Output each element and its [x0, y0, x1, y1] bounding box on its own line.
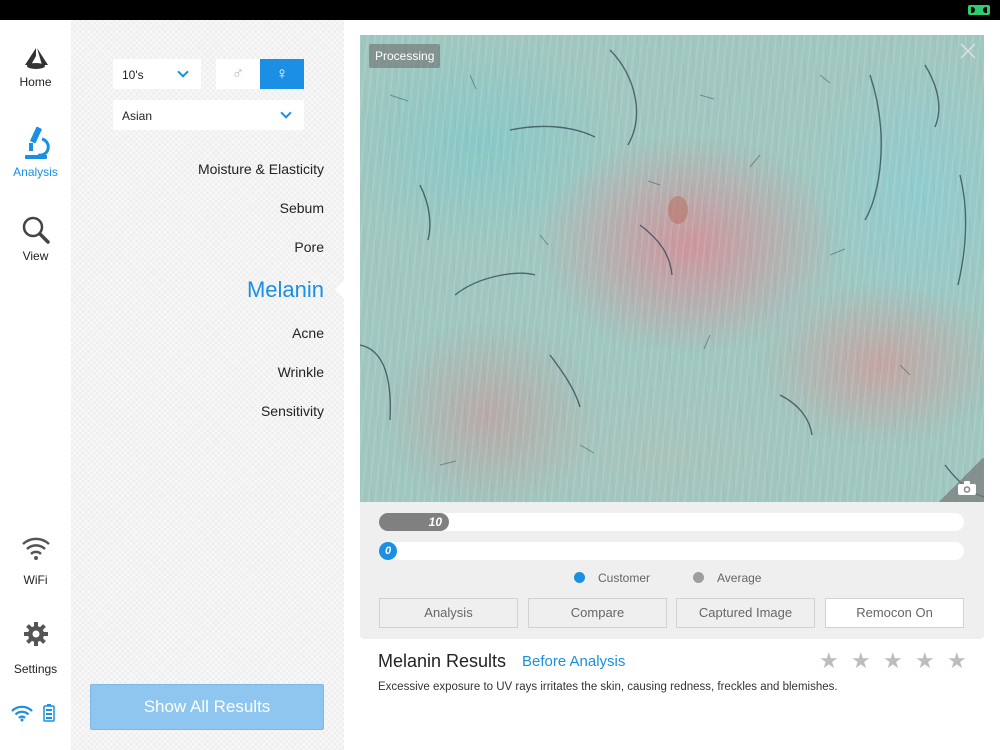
- customer-legend-dot: [574, 572, 585, 583]
- nav-wifi-label: WiFi: [23, 573, 48, 587]
- side-nav: Home Analysis View WiFi Settings: [0, 20, 71, 750]
- average-score-value: 10: [428, 515, 442, 529]
- chevron-down-icon: [280, 107, 292, 119]
- rating-star-icon[interactable]: ★: [915, 650, 935, 672]
- device-battery-icon: [43, 704, 55, 722]
- home-logo-icon: [24, 48, 48, 69]
- average-score-fill: 10: [379, 513, 449, 531]
- skin-hairs: [360, 49, 984, 498]
- rating-star-icon[interactable]: ★: [947, 650, 967, 672]
- menu-item-pore[interactable]: Pore: [294, 239, 324, 255]
- female-symbol-icon: ♀: [275, 64, 289, 83]
- gear-icon: [23, 622, 48, 646]
- remocon-on-button[interactable]: Remocon On: [825, 598, 964, 628]
- nav-analysis-label: Analysis: [13, 165, 58, 179]
- capture-button[interactable]: [938, 458, 984, 502]
- male-symbol-icon: ♂: [231, 64, 245, 83]
- customer-score-marker: 0: [379, 542, 397, 560]
- nav-settings[interactable]: Settings: [0, 620, 71, 676]
- nav-home-label: Home: [19, 75, 52, 89]
- connection-wifi-icon: [11, 705, 33, 722]
- menu-item-wrinkle[interactable]: Wrinkle: [278, 364, 324, 380]
- ethnicity-select[interactable]: Asian: [113, 100, 304, 130]
- nav-view-label: View: [22, 249, 49, 263]
- menu-item-moisture[interactable]: Moisture & Elasticity: [198, 161, 324, 177]
- ethnicity-select-value: Asian: [122, 109, 153, 123]
- rating-star-icon[interactable]: ★: [851, 650, 871, 672]
- average-legend-dot: [693, 572, 704, 583]
- menu-item-sensitivity[interactable]: Sensitivity: [261, 403, 324, 419]
- age-select-value: 10's: [122, 68, 144, 82]
- gender-male-toggle[interactable]: ♂: [216, 59, 260, 89]
- wifi-icon: [21, 537, 50, 560]
- analysis-button[interactable]: Analysis: [379, 598, 518, 628]
- nav-settings-label: Settings: [13, 662, 58, 676]
- battery-charging-icon: [968, 5, 990, 15]
- compare-button[interactable]: Compare: [528, 598, 667, 628]
- nav-view[interactable]: View: [0, 215, 71, 263]
- status-bar: [0, 0, 1000, 20]
- before-analysis-link[interactable]: Before Analysis: [522, 653, 625, 670]
- menu-item-sebum[interactable]: Sebum: [280, 200, 324, 216]
- age-select[interactable]: 10's: [113, 59, 201, 89]
- gender-female-toggle[interactable]: ♀: [260, 59, 304, 89]
- nav-wifi[interactable]: WiFi: [0, 535, 71, 587]
- processing-badge: Processing: [369, 44, 441, 68]
- camera-feed: [360, 35, 984, 502]
- customer-legend-label: Customer: [598, 571, 651, 585]
- nav-analysis[interactable]: Analysis: [0, 125, 71, 179]
- microscope-icon: [24, 126, 50, 159]
- captured-image-button[interactable]: Captured Image: [676, 598, 815, 628]
- average-legend-label: Average: [717, 571, 762, 585]
- rating-star-icon[interactable]: ★: [883, 650, 903, 672]
- average-score-track: [379, 513, 964, 531]
- search-icon: [22, 216, 50, 244]
- nav-home[interactable]: Home: [0, 45, 71, 89]
- menu-selection-pointer: [335, 281, 344, 299]
- results-title: Melanin Results: [378, 651, 507, 671]
- rating-star-icon[interactable]: ★: [819, 650, 839, 672]
- close-icon[interactable]: [957, 40, 979, 62]
- chevron-down-icon: [177, 66, 189, 78]
- camera-icon: [958, 481, 976, 495]
- menu-item-melanin[interactable]: Melanin: [247, 277, 324, 303]
- customer-score-track: [379, 542, 964, 560]
- results-description: Excessive exposure to UV rays irritates …: [378, 681, 838, 693]
- show-all-results-button[interactable]: Show All Results: [90, 684, 324, 730]
- menu-item-acne[interactable]: Acne: [292, 325, 324, 341]
